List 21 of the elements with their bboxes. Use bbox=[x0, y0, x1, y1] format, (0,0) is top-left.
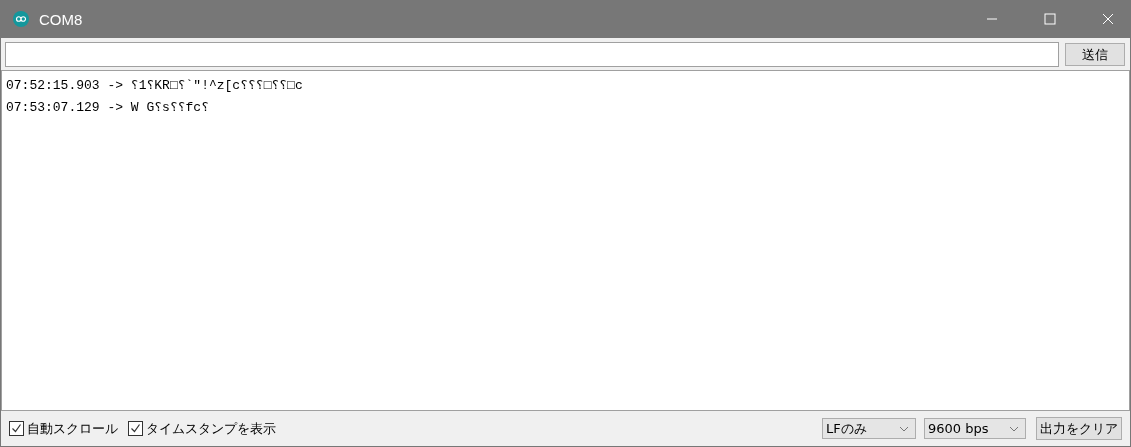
close-icon[interactable] bbox=[1102, 13, 1114, 25]
line-ending-dropdown[interactable]: LFのみ bbox=[822, 418, 916, 439]
checkbox[interactable] bbox=[128, 421, 143, 436]
checkbox-label[interactable]: 自動スクロール bbox=[27, 419, 118, 438]
arrow-text: -> bbox=[107, 100, 124, 115]
baud-rate-dropdown[interactable]: 9600 bps bbox=[924, 418, 1026, 439]
clear-output-button[interactable]: 出力をクリア bbox=[1036, 417, 1122, 440]
arrow-text: -> bbox=[107, 78, 124, 93]
received-text: W G⸮s⸮⸮fc⸮ bbox=[130, 100, 209, 115]
checkbox[interactable] bbox=[9, 421, 24, 436]
chevron-down-icon bbox=[1009, 425, 1019, 432]
send-field[interactable] bbox=[5, 42, 1059, 67]
received-text: ⸮1⸮KR□⸮`"!^z[c⸮⸮⸮□⸮⸮□c bbox=[130, 78, 303, 93]
timestamp: 07:53:07.129 bbox=[6, 100, 100, 115]
app-logo-icon bbox=[13, 11, 29, 27]
timestamp: 07:52:15.903 bbox=[6, 78, 100, 93]
maximize-icon[interactable] bbox=[1044, 13, 1056, 25]
window-title: COM8 bbox=[39, 10, 83, 28]
checkbox-label[interactable]: タイムスタンプを表示 bbox=[146, 419, 276, 438]
send-button[interactable]: 送信 bbox=[1065, 43, 1125, 66]
chevron-down-icon bbox=[899, 425, 909, 432]
